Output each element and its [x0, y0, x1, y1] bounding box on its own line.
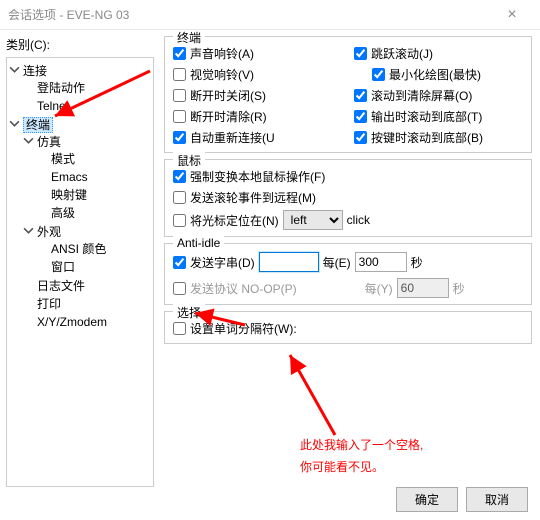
- forcelocal-checkbox[interactable]: [173, 170, 186, 183]
- sendstr-input[interactable]: [259, 252, 319, 272]
- positioncursor-label: 将光标定位在(N): [190, 212, 279, 229]
- visualbell-checkbox[interactable]: [173, 68, 186, 81]
- expand-icon[interactable]: [23, 225, 34, 236]
- tree-item[interactable]: 打印: [37, 297, 61, 311]
- sec2-label: 秒: [453, 280, 465, 297]
- positioncursor-checkbox[interactable]: [173, 214, 186, 227]
- clearondisc-label: 断开时清除(R): [190, 108, 267, 125]
- sendwheel-checkbox[interactable]: [173, 191, 186, 204]
- category-label: 类别(C):: [6, 36, 154, 53]
- scrollbottomkey-checkbox[interactable]: [354, 131, 367, 144]
- worddelim-label: 设置单词分隔符(W):: [190, 320, 297, 337]
- sec1-label: 秒: [411, 254, 423, 271]
- tree-item[interactable]: 模式: [51, 152, 75, 166]
- category-tree[interactable]: 连接 登陆动作 Telnet 终端 仿真 模式: [6, 57, 154, 487]
- tree-item[interactable]: 登陆动作: [37, 81, 85, 95]
- autoreconn-checkbox[interactable]: [173, 131, 186, 144]
- window-title: 会话选项 - EVE-NG 03: [8, 6, 492, 23]
- group-title-antiidle: Anti-idle: [173, 236, 224, 250]
- clearondisc-checkbox[interactable]: [173, 110, 186, 123]
- scrolltoclr-label: 滚动到清除屏幕(O): [371, 87, 472, 104]
- minredraw-checkbox[interactable]: [372, 68, 385, 81]
- expand-icon[interactable]: [23, 135, 34, 146]
- tree-item[interactable]: Telnet: [37, 99, 69, 113]
- tree-item[interactable]: 高级: [51, 206, 75, 220]
- closeondisc-checkbox[interactable]: [173, 89, 186, 102]
- tree-item[interactable]: 日志文件: [37, 279, 85, 293]
- autoreconn-label: 自动重新连接(U: [190, 129, 275, 146]
- scrollbottomout-checkbox[interactable]: [354, 110, 367, 123]
- tree-item[interactable]: 窗口: [51, 260, 75, 274]
- position-select[interactable]: left: [283, 210, 343, 230]
- jumpscroll-label: 跳跃滚动(J): [371, 45, 433, 62]
- interval2-input: [397, 278, 449, 298]
- tree-item[interactable]: 映射键: [51, 188, 87, 202]
- expand-icon[interactable]: [9, 118, 20, 129]
- sendwheel-label: 发送滚轮事件到远程(M): [190, 189, 316, 206]
- click-label: click: [347, 213, 370, 227]
- ok-button[interactable]: 确定: [396, 487, 458, 512]
- sendnoop-label: 发送协议 NO-OP(P): [190, 280, 297, 297]
- jumpscroll-checkbox[interactable]: [354, 47, 367, 60]
- tree-item[interactable]: Emacs: [51, 170, 88, 184]
- audiobell-checkbox[interactable]: [173, 47, 186, 60]
- group-title-mouse: 鼠标: [173, 152, 205, 169]
- interval1-input[interactable]: [355, 252, 407, 272]
- minredraw-label: 最小化绘图(最快): [389, 66, 481, 83]
- sendstr-label: 发送字串(D): [190, 254, 255, 271]
- closeondisc-label: 断开时关闭(S): [190, 87, 266, 104]
- tree-item[interactable]: 仿真: [37, 135, 61, 149]
- tree-item[interactable]: 连接: [23, 64, 47, 78]
- group-title-select: 选择: [173, 304, 205, 321]
- every1-label: 每(E): [323, 254, 351, 271]
- group-title-terminal: 终端: [173, 30, 205, 46]
- sendstr-checkbox[interactable]: [173, 256, 186, 269]
- sendnoop-checkbox[interactable]: [173, 282, 186, 295]
- scrollbottomout-label: 输出时滚动到底部(T): [371, 108, 482, 125]
- scrolltoclr-checkbox[interactable]: [354, 89, 367, 102]
- tree-item[interactable]: ANSI 颜色: [51, 242, 106, 256]
- tree-item-terminal[interactable]: 终端: [23, 117, 53, 133]
- tree-item[interactable]: 外观: [37, 225, 61, 239]
- expand-icon[interactable]: [9, 64, 20, 75]
- every2-label: 每(Y): [365, 280, 393, 297]
- scrollbottomkey-label: 按键时滚动到底部(B): [371, 129, 483, 146]
- tree-item[interactable]: X/Y/Zmodem: [37, 315, 107, 329]
- cancel-button[interactable]: 取消: [466, 487, 528, 512]
- audiobell-label: 声音响铃(A): [190, 45, 254, 62]
- close-icon[interactable]: ×: [492, 6, 532, 24]
- worddelim-checkbox[interactable]: [173, 322, 186, 335]
- forcelocal-label: 强制变换本地鼠标操作(F): [190, 168, 325, 185]
- visualbell-label: 视觉响铃(V): [190, 66, 254, 83]
